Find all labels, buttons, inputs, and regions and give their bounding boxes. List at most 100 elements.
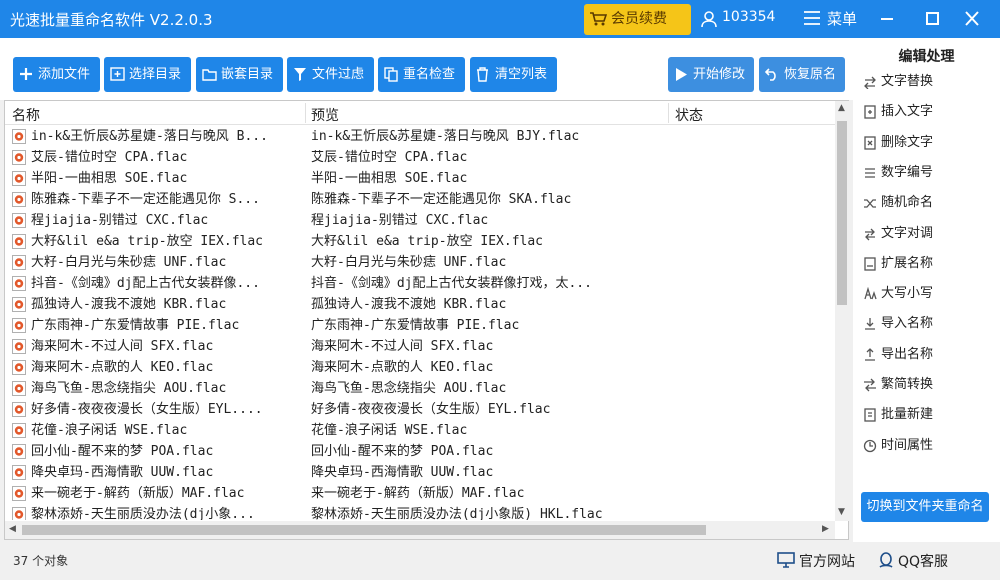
column-preview-header[interactable]: 预览 xyxy=(311,105,339,125)
audio-file-icon xyxy=(12,339,26,354)
table-row[interactable]: 回小仙-醒不来的梦 POA.flac 回小仙-醒不来的梦 POA.flac xyxy=(5,441,835,462)
audio-file-icon xyxy=(12,465,26,480)
table-row[interactable]: 程jiajia-别错过 CXC.flac 程jiajia-别错过 CXC.flac xyxy=(5,210,835,231)
sidebar-item[interactable]: 文字对调 xyxy=(863,223,933,245)
audio-file-icon xyxy=(12,171,26,186)
sidebar-item[interactable]: 批量新建 xyxy=(863,404,933,426)
table-row[interactable]: 来一碗老于-解药（新版）MAF.flac 来一碗老于-解药（新版）MAF.flac xyxy=(5,483,835,504)
restore-name-button[interactable]: 恢复原名 xyxy=(759,57,845,92)
scroll-right-icon[interactable]: ▶ xyxy=(822,524,829,534)
file-preview-cell: 来一碗老于-解药（新版）MAF.flac xyxy=(311,486,525,501)
sidebar-item-label: 导出名称 xyxy=(881,346,934,362)
case-icon xyxy=(864,287,877,300)
column-name-header[interactable]: 名称 xyxy=(12,105,40,125)
clear-list-label: 清空列表 xyxy=(495,67,548,82)
switch-folder-rename-button[interactable]: 切换到文件夹重命名 xyxy=(861,492,989,522)
sidebar-item[interactable]: 随机命名 xyxy=(863,192,933,214)
table-row[interactable]: 半阳-一曲相思 SOE.flac 半阳-一曲相思 SOE.flac xyxy=(5,168,835,189)
column-divider[interactable] xyxy=(668,103,669,123)
scroll-down-icon[interactable]: ▼ xyxy=(838,507,845,517)
table-row[interactable]: in-k&王忻辰&苏星婕-落日与晚风 B... in-k&王忻辰&苏星婕-落日与晚… xyxy=(5,126,835,147)
sidebar-item[interactable]: 数字编号 xyxy=(863,162,933,184)
table-row[interactable]: 大籽-白月光与朱砂痣 UNF.flac 大籽-白月光与朱砂痣 UNF.flac xyxy=(5,252,835,273)
sidebar-item[interactable]: 导入名称 xyxy=(863,313,933,335)
table-row[interactable]: 好多倩-夜夜夜漫长（女生版）EYL.... 好多倩-夜夜夜漫长（女生版）EYL.f… xyxy=(5,399,835,420)
close-icon[interactable] xyxy=(960,8,984,30)
vertical-scroll-thumb[interactable] xyxy=(837,121,847,305)
horizontal-scroll-thumb[interactable] xyxy=(22,525,706,535)
cart-icon xyxy=(590,12,607,26)
sidebar-item[interactable]: 繁简转换 xyxy=(863,374,933,396)
user-account[interactable]: 103354 xyxy=(700,9,775,28)
sidebar-item[interactable]: 插入文字 xyxy=(863,101,933,123)
file-list[interactable]: 名称 预览 状态 in-k&王忻辰&苏星婕-落日与晚风 B... in-k&王忻辰… xyxy=(4,100,849,540)
table-row[interactable]: 海鸟飞鱼-思念绕指尖 AOU.flac 海鸟飞鱼-思念绕指尖 AOU.flac xyxy=(5,378,835,399)
file-preview-cell: 大籽-白月光与朱砂痣 UNF.flac xyxy=(311,255,507,270)
select-dir-button[interactable]: 选择目录 xyxy=(104,57,191,92)
clear-list-button[interactable]: 清空列表 xyxy=(470,57,557,92)
table-row[interactable]: 海来阿木-点歌的人 KEO.flac 海来阿木-点歌的人 KEO.flac xyxy=(5,357,835,378)
table-row[interactable]: 黎林添娇-天生丽质没办法(dj小象... 黎林添娇-天生丽质没办法(dj小象版) … xyxy=(5,504,835,520)
maximize-icon[interactable] xyxy=(920,8,944,30)
file-name-cell: 黎林添娇-天生丽质没办法(dj小象... xyxy=(31,507,255,520)
audio-file-icon xyxy=(12,150,26,165)
official-website-link[interactable]: 官方网站 xyxy=(777,551,855,571)
table-row[interactable]: 海来阿木-不过人间 SFX.flac 海来阿木-不过人间 SFX.flac xyxy=(5,336,835,357)
add-file-button[interactable]: 添加文件 xyxy=(13,57,100,92)
scroll-left-icon[interactable]: ◀ xyxy=(9,524,16,534)
sidebar-item[interactable]: 时间属性 xyxy=(863,435,933,457)
sidebar-title: 编辑处理 xyxy=(898,49,955,65)
import-icon xyxy=(865,318,875,331)
rename-check-button[interactable]: 重名检查 xyxy=(378,57,465,92)
swap-icon xyxy=(865,228,875,240)
qq-service-link[interactable]: QQ客服 xyxy=(877,551,948,571)
file-filter-label: 文件过虑 xyxy=(312,67,365,82)
sidebar-item-label: 导入名称 xyxy=(881,316,934,332)
file-name-cell: 海来阿木-不过人间 SFX.flac xyxy=(31,339,214,354)
table-row[interactable]: 大籽&lil e&a trip-放空 IEX.flac 大籽&lil e&a tr… xyxy=(5,231,835,252)
table-row[interactable]: 花僮-浪子闲话 WSE.flac 花僮-浪子闲话 WSE.flac xyxy=(5,420,835,441)
play-icon xyxy=(676,68,687,81)
vertical-scrollbar[interactable]: ▲ ▼ xyxy=(835,101,849,521)
file-name-cell: 大籽&lil e&a trip-放空 IEX.flac xyxy=(31,234,264,249)
vip-renew-button[interactable]: 会员续费 xyxy=(584,4,691,35)
file-name-cell: 花僮-浪子闲话 WSE.flac xyxy=(31,423,188,438)
file-preview-cell: 大籽&lil e&a trip-放空 IEX.flac xyxy=(311,234,544,249)
column-divider[interactable] xyxy=(305,103,306,123)
sidebar-item[interactable]: 扩展名称 xyxy=(863,253,933,275)
file-preview-cell: 广东雨神-广东爱情故事 PIE.flac xyxy=(311,318,520,333)
table-row[interactable]: 孤独诗人-渡我不渡她 KBR.flac 孤独诗人-渡我不渡她 KBR.flac xyxy=(5,294,835,315)
sidebar-item[interactable]: 删除文字 xyxy=(863,132,933,154)
audio-file-icon xyxy=(12,297,26,312)
sidebar-item[interactable]: 导出名称 xyxy=(863,344,933,366)
sidebar-item-label: 文字替换 xyxy=(881,74,934,89)
table-row[interactable]: 降央卓玛-西海情歌 UUW.flac 降央卓玛-西海情歌 UUW.flac xyxy=(5,462,835,483)
nested-dir-button[interactable]: 嵌套目录 xyxy=(196,57,283,92)
table-row[interactable]: 艾辰-错位时空 CPA.flac 艾辰-错位时空 CPA.flac xyxy=(5,147,835,168)
sidebar-item[interactable]: 文字替换 xyxy=(863,71,933,93)
column-status-header[interactable]: 状态 xyxy=(675,105,703,125)
sidebar-item[interactable]: 大写小写 xyxy=(863,283,933,305)
scroll-up-icon[interactable]: ▲ xyxy=(838,103,845,113)
audio-file-icon xyxy=(12,381,26,396)
insert-icon xyxy=(864,105,876,119)
audio-file-icon xyxy=(12,234,26,249)
sidebar-item-label: 大写小写 xyxy=(881,286,934,302)
start-modify-button[interactable]: 开始修改 xyxy=(668,57,754,92)
horizontal-scrollbar[interactable]: ◀ ▶ xyxy=(5,521,835,539)
minimize-icon[interactable] xyxy=(875,8,899,30)
file-preview-cell: 抖音-《剑魂》dj配上古代女装群像打戏，太... xyxy=(311,276,592,291)
table-row[interactable]: 广东雨神-广东爱情故事 PIE.flac 广东雨神-广东爱情故事 PIE.flac xyxy=(5,315,835,336)
shuffle-icon xyxy=(864,199,876,208)
audio-file-icon xyxy=(12,507,26,520)
file-name-cell: 海来阿木-点歌的人 KEO.flac xyxy=(31,360,214,375)
file-filter-button[interactable]: 文件过虑 xyxy=(287,57,374,92)
replace-icon xyxy=(864,76,876,89)
table-row[interactable]: 陈雅森-下辈子不一定还能遇见你 S... 陈雅森-下辈子不一定还能遇见你 SKA.… xyxy=(5,189,835,210)
table-row[interactable]: 抖音-《剑魂》dj配上古代女装群像... 抖音-《剑魂》dj配上古代女装群像打戏，… xyxy=(5,273,835,294)
sidebar-item-label: 文字对调 xyxy=(881,225,934,241)
monitor-icon xyxy=(777,552,795,568)
audio-file-icon xyxy=(12,129,26,144)
menu-button[interactable]: 菜单 xyxy=(803,8,857,29)
audio-file-icon xyxy=(12,486,26,501)
